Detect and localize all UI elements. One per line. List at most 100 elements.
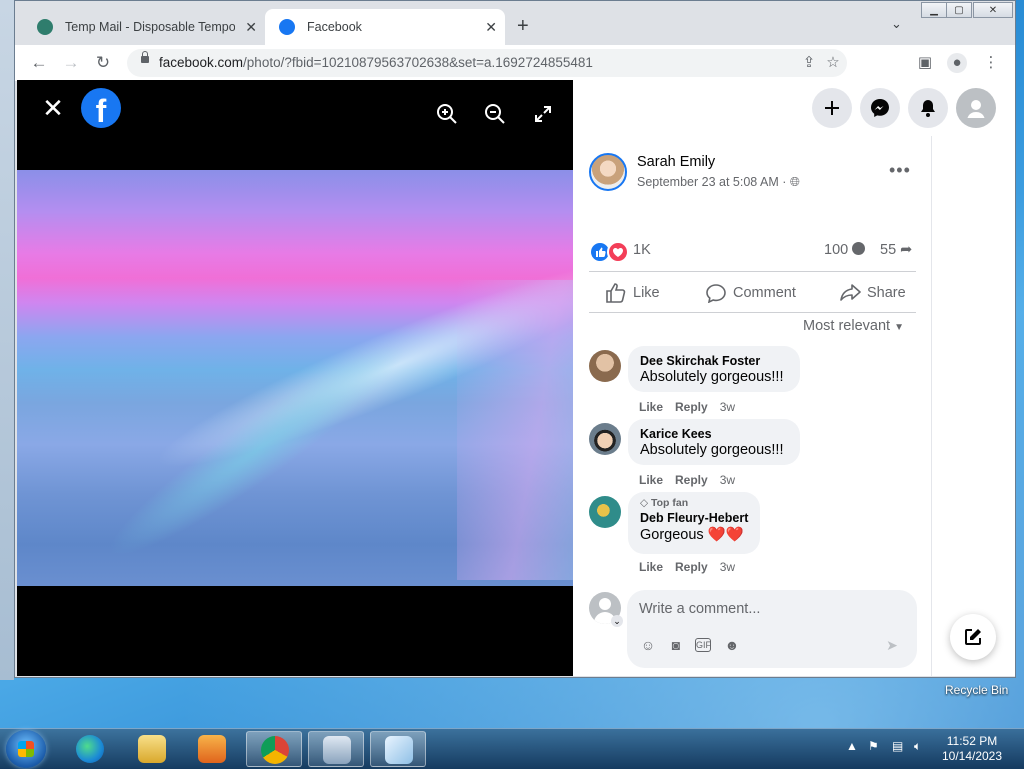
- maximize-button[interactable]: ▢: [946, 2, 972, 18]
- tab-search-chevron-icon[interactable]: ⌄: [891, 16, 902, 32]
- comment-reply-link[interactable]: Reply: [675, 473, 708, 487]
- background-window-edge: [0, 0, 14, 680]
- edge-icon: [76, 735, 104, 763]
- comment-item: ◇ Top fan Deb Fleury-Hebert Gorgeous ❤️❤…: [573, 492, 931, 582]
- new-tab-button[interactable]: +: [517, 15, 529, 37]
- address-bar[interactable]: facebook.com/photo/?fbid=102108795637026…: [127, 49, 847, 77]
- close-window-button[interactable]: ✕: [973, 2, 1013, 18]
- messenger-icon: [871, 99, 889, 117]
- taskbar-chrome[interactable]: [246, 731, 302, 767]
- comment-time[interactable]: 3w: [720, 400, 735, 414]
- emoji-icon[interactable]: ☺: [639, 636, 657, 654]
- comment-like-link[interactable]: Like: [639, 560, 663, 574]
- share-arrow-icon: ➦: [900, 242, 913, 258]
- commenter-avatar[interactable]: [589, 423, 621, 455]
- account-button[interactable]: [956, 88, 996, 128]
- comment-bubble: ◇ Top fan Deb Fleury-Hebert Gorgeous ❤️❤…: [628, 492, 760, 554]
- comment-sort-dropdown[interactable]: Most relevant ▼: [803, 318, 904, 334]
- share-count[interactable]: 55 ➦: [880, 242, 912, 258]
- taskbar-explorer[interactable]: [124, 731, 180, 767]
- tab-temp-mail[interactable]: Temp Mail - Disposable Tempora ✕: [23, 9, 265, 45]
- chevron-down-icon[interactable]: ⌄: [611, 615, 623, 627]
- like-label: Like: [633, 285, 660, 301]
- create-button[interactable]: [812, 88, 852, 128]
- comment-like-link[interactable]: Like: [639, 473, 663, 487]
- comment-text: Absolutely gorgeous!!!: [640, 369, 784, 385]
- minimize-button[interactable]: ▁: [921, 2, 947, 18]
- sticker-icon[interactable]: ☻: [723, 636, 741, 654]
- fullscreen-icon[interactable]: [531, 102, 555, 126]
- side-panel-icon[interactable]: ▣: [915, 53, 935, 73]
- reaction-count[interactable]: 1K: [633, 242, 651, 258]
- menu-kebab-icon[interactable]: ⋮: [981, 53, 1001, 73]
- comment-list: Dee Skirchak Foster Absolutely gorgeous!…: [573, 342, 931, 582]
- commenter-name[interactable]: Karice Kees: [640, 427, 788, 441]
- author-name[interactable]: Sarah Emily: [637, 154, 715, 170]
- clock-date: 10/14/2023: [941, 749, 1003, 763]
- network-icon[interactable]: ▤: [892, 739, 903, 753]
- comment-time[interactable]: 3w: [720, 560, 735, 574]
- system-clock[interactable]: 11:52 PM 10/14/2023: [930, 734, 1014, 764]
- tab-facebook[interactable]: Facebook ✕: [265, 9, 505, 45]
- globe-icon: 🌐︎: [789, 175, 800, 189]
- profile-icon[interactable]: ●: [947, 53, 967, 73]
- top-fan-badge: ◇ Top fan: [640, 497, 748, 509]
- comment-meta: Like Reply 3w: [639, 560, 735, 574]
- close-tab-icon[interactable]: ✕: [485, 9, 497, 45]
- notifications-button[interactable]: [908, 88, 948, 128]
- commenter-avatar[interactable]: [589, 350, 621, 382]
- close-tab-icon[interactable]: ✕: [245, 9, 257, 45]
- action-center-icon[interactable]: ⚑: [868, 739, 879, 753]
- photo-shoreline: [457, 280, 573, 580]
- recycle-bin-label[interactable]: Recycle Bin: [945, 683, 1008, 697]
- comment-bubble-icon: [852, 242, 866, 255]
- bookmark-star-icon[interactable]: ☆: [823, 53, 843, 73]
- diamond-icon: ◇: [640, 497, 649, 509]
- comment-like-link[interactable]: Like: [639, 400, 663, 414]
- tab-bar: Temp Mail - Disposable Tempora ✕ Faceboo…: [15, 1, 1015, 45]
- back-button[interactable]: ←: [27, 51, 51, 75]
- url-text[interactable]: facebook.com/photo/?fbid=102108795637026…: [159, 49, 593, 77]
- messenger-button[interactable]: [860, 88, 900, 128]
- notepad-icon: [385, 736, 413, 764]
- show-hidden-icons[interactable]: ▲: [846, 739, 858, 753]
- comment-text: Gorgeous ❤️❤️: [640, 527, 744, 543]
- post-timestamp[interactable]: September 23 at 5:08 AM · 🌐︎: [637, 175, 800, 190]
- close-icon[interactable]: ✕: [41, 95, 65, 121]
- share-page-icon[interactable]: ⇪: [799, 53, 819, 73]
- taskbar-media-player[interactable]: [184, 731, 240, 767]
- comment-composer[interactable]: Write a comment... ☺ ◙ GIF ☻ ➤: [627, 590, 917, 668]
- comment-meta: Like Reply 3w: [639, 473, 735, 487]
- taskbar-edge[interactable]: [62, 731, 118, 767]
- volume-icon[interactable]: 🔈︎: [914, 739, 921, 754]
- new-message-button[interactable]: [950, 614, 996, 660]
- zoom-in-icon[interactable]: [435, 102, 459, 126]
- folder-icon: [138, 735, 166, 763]
- compose-icon: [965, 629, 981, 645]
- browser-toolbar: ← → ↻ facebook.com/photo/?fbid=102108795…: [15, 45, 1015, 81]
- zoom-out-icon[interactable]: [483, 102, 507, 126]
- taskbar-notepad[interactable]: [370, 731, 426, 767]
- reload-button[interactable]: ↻: [91, 51, 115, 75]
- commenter-name[interactable]: Dee Skirchak Foster: [640, 354, 788, 368]
- plus-icon: [825, 101, 839, 115]
- facebook-logo[interactable]: f: [81, 88, 121, 128]
- camera-icon[interactable]: ◙: [667, 636, 685, 654]
- gif-icon[interactable]: GIF: [695, 638, 711, 652]
- author-avatar[interactable]: [589, 153, 627, 191]
- more-options-button[interactable]: •••: [889, 160, 911, 181]
- commenter-name[interactable]: Deb Fleury-Hebert: [640, 511, 748, 525]
- post-photo[interactable]: [17, 170, 573, 586]
- commenter-avatar[interactable]: [589, 496, 621, 528]
- share-icon: [840, 284, 861, 301]
- send-icon[interactable]: ➤: [883, 636, 901, 654]
- comment-input-placeholder[interactable]: Write a comment...: [639, 601, 760, 617]
- comment-meta: Like Reply 3w: [639, 400, 735, 414]
- start-button[interactable]: [6, 730, 46, 768]
- comment-reply-link[interactable]: Reply: [675, 400, 708, 414]
- comment-time[interactable]: 3w: [720, 473, 735, 487]
- comment-count[interactable]: 100: [824, 242, 866, 258]
- comment-reply-link[interactable]: Reply: [675, 560, 708, 574]
- taskbar-keyboard-app[interactable]: [308, 731, 364, 767]
- forward-button[interactable]: →: [59, 51, 83, 75]
